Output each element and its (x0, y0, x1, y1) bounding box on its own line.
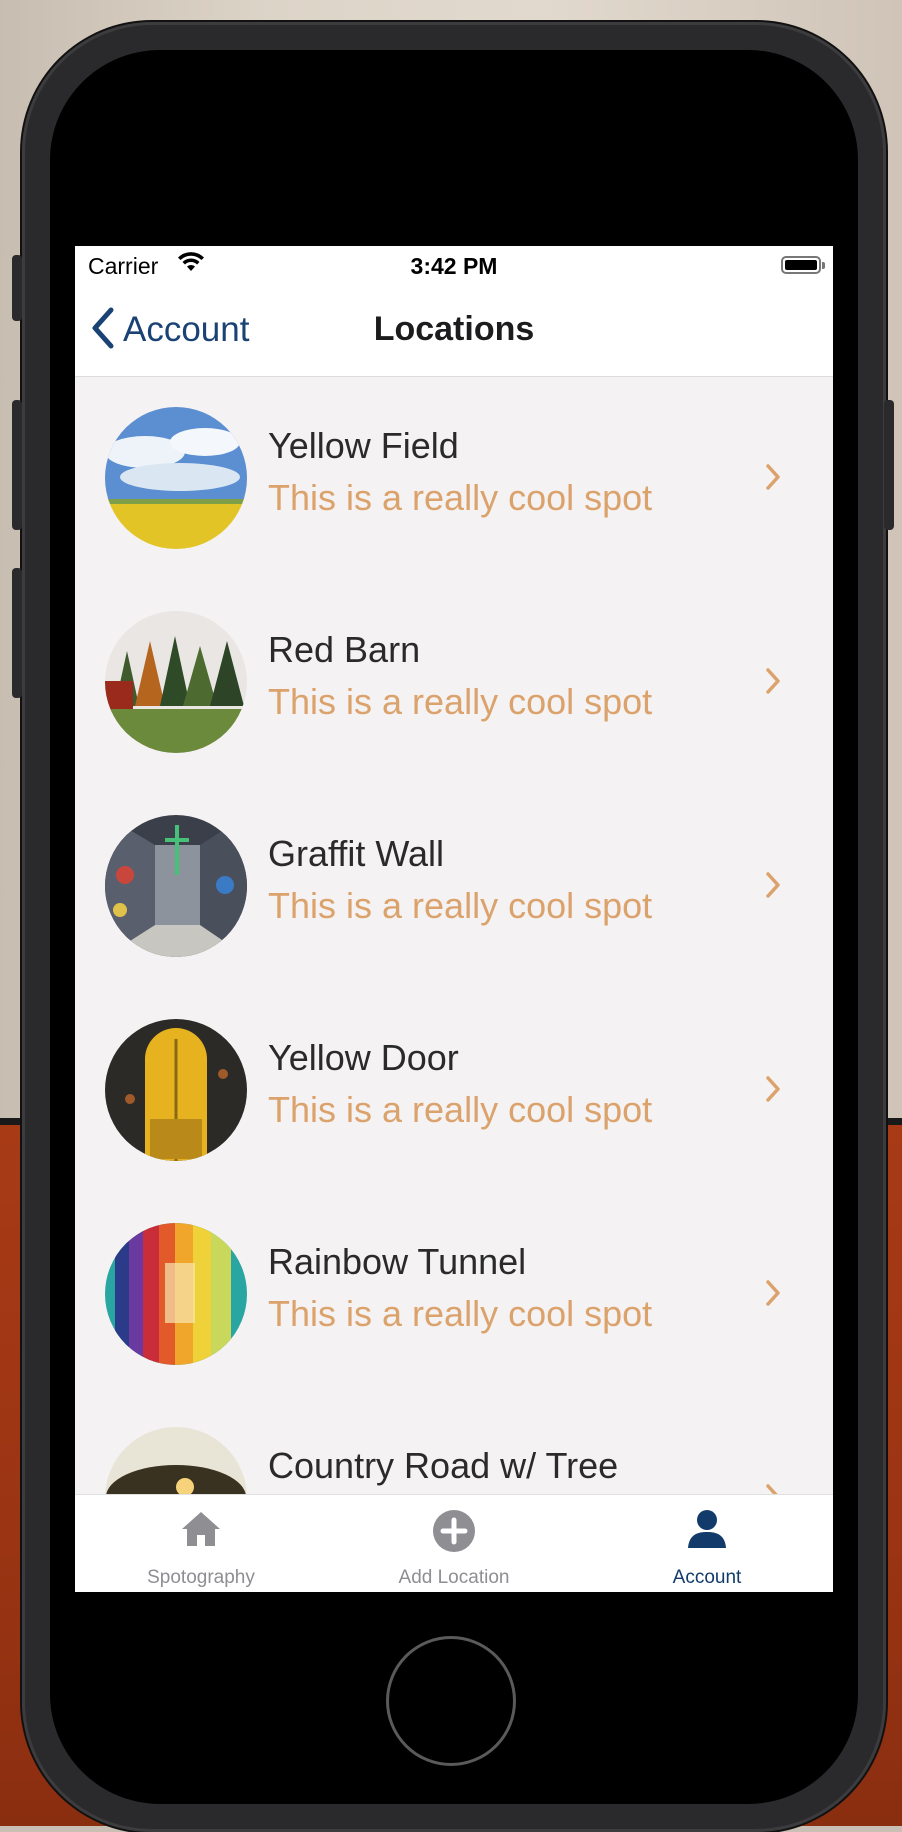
location-title: Yellow Field (268, 425, 459, 466)
tab-label: Add Location (398, 1567, 510, 1588)
power-button (884, 400, 894, 530)
home-icon (179, 1509, 223, 1554)
tab-add-location[interactable]: Add Location (328, 1495, 580, 1592)
home-button[interactable] (386, 1636, 516, 1766)
location-subtitle: This is a really cool spot (268, 477, 653, 518)
mute-switch (12, 255, 22, 321)
list-item[interactable]: Red Barn This is a really cool spot (75, 581, 833, 785)
tab-bar: Spotography Add Location Account (75, 1494, 833, 1592)
locations-list[interactable]: Yellow Field This is a really cool spot (75, 377, 833, 1494)
battery-icon (781, 256, 821, 274)
location-title: Yellow Door (268, 1037, 459, 1078)
location-title: Rainbow Tunnel (268, 1241, 527, 1282)
list-item[interactable]: Graffit Wall This is a really cool spot (75, 785, 833, 989)
page-title: Locations (373, 310, 535, 348)
tab-account[interactable]: Account (581, 1495, 833, 1592)
chevron-right-icon (765, 871, 781, 904)
chevron-right-icon (765, 667, 781, 700)
location-thumbnail (105, 1427, 247, 1494)
tab-label: Account (672, 1567, 742, 1588)
status-time: 3:42 PM (410, 253, 498, 279)
location-title: Graffit Wall (268, 833, 445, 874)
list-item[interactable]: Country Road w/ Tree (75, 1397, 833, 1494)
location-thumbnail (105, 1019, 247, 1161)
chevron-right-icon (765, 463, 781, 496)
location-thumbnail (105, 611, 247, 753)
volume-up-button (12, 400, 22, 530)
location-thumbnail (105, 815, 247, 957)
location-subtitle: This is a really cool spot (268, 885, 653, 926)
tab-spotography[interactable]: Spotography (75, 1495, 327, 1592)
location-subtitle: This is a really cool spot (268, 681, 653, 722)
location-thumbnail (105, 1223, 247, 1365)
phone-screen: Carrier 3:42 PM Account Locations Yellow… (75, 246, 833, 1592)
status-bar: Carrier 3:42 PM (75, 246, 833, 286)
list-item[interactable]: Yellow Field This is a really cool spot (75, 377, 833, 581)
list-item[interactable]: Yellow Door This is a really cool spot (75, 989, 833, 1193)
location-title: Country Road w/ Tree (268, 1445, 619, 1486)
navigation-bar: Account Locations (75, 286, 833, 377)
location-thumbnail (105, 407, 247, 549)
chevron-right-icon (765, 1483, 781, 1494)
location-subtitle: This is a really cool spot (268, 1293, 653, 1334)
volume-down-button (12, 568, 22, 698)
battery-cap (822, 262, 825, 269)
location-title: Red Barn (268, 629, 421, 670)
location-subtitle: This is a really cool spot (268, 1089, 653, 1130)
tab-label: Spotography (147, 1567, 255, 1588)
list-item[interactable]: Rainbow Tunnel This is a really cool spo… (75, 1193, 833, 1397)
chevron-right-icon (765, 1279, 781, 1312)
person-icon (687, 1509, 727, 1554)
chevron-right-icon (765, 1075, 781, 1108)
plus-circle-icon (432, 1509, 476, 1558)
